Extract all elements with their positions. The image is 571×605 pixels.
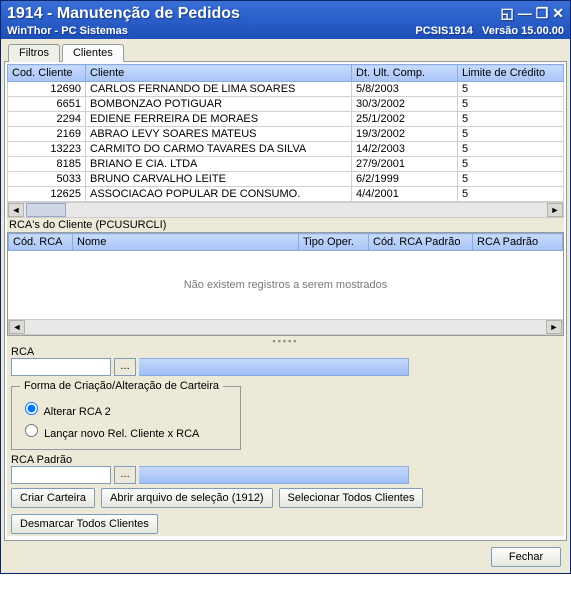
tab-filtros[interactable]: Filtros xyxy=(8,44,60,62)
window-controls: ◱ — ❐ ✕ xyxy=(500,5,564,22)
rca-display-bar xyxy=(139,358,409,376)
cell-cliente: CARMITO DO CARMO TAVARES DA SILVA xyxy=(86,142,352,157)
desmarcar-todos-button[interactable]: Desmarcar Todos Clientes xyxy=(11,514,158,534)
cell-cod: 12690 xyxy=(8,82,86,97)
rca-padrao-label: RCA Padrão xyxy=(11,454,560,466)
module-code: PCSIS1914 xyxy=(415,25,472,37)
window-close-icon[interactable]: ✕ xyxy=(552,5,564,22)
table-row[interactable]: 12625ASSOCIACAO POPULAR DE CONSUMO.4/4/2… xyxy=(8,187,564,202)
cell-date: 6/2/1999 xyxy=(352,172,458,187)
radio-novo-rel[interactable] xyxy=(25,424,38,437)
rca-empty-message: Não existem registros a serem mostrados xyxy=(8,251,563,319)
selecionar-todos-button[interactable]: Selecionar Todos Clientes xyxy=(279,488,424,508)
cell-cod: 6651 xyxy=(8,97,86,112)
cell-limit: 5 xyxy=(458,112,564,127)
wallet-mode-legend: Forma de Criação/Alteração de Carteira xyxy=(20,380,223,392)
col-cod-cliente[interactable]: Cod. Cliente xyxy=(8,65,86,82)
cell-cliente: EDIENE FERREIRA DE MORAES xyxy=(86,112,352,127)
cell-date: 14/2/2003 xyxy=(352,142,458,157)
radio-alterar-rca2-label: Alterar RCA 2 xyxy=(43,406,110,418)
cell-limit: 5 xyxy=(458,172,564,187)
cell-limit: 5 xyxy=(458,157,564,172)
col-nome[interactable]: Nome xyxy=(73,234,299,251)
col-tipo-oper[interactable]: Tipo Oper. xyxy=(299,234,369,251)
col-cod-rca[interactable]: Cód. RCA xyxy=(9,234,73,251)
product-name: WinThor - PC Sistemas xyxy=(7,25,128,37)
cell-date: 4/4/2001 xyxy=(352,187,458,202)
cell-date: 27/9/2001 xyxy=(352,157,458,172)
scroll-left-icon[interactable]: ◄ xyxy=(8,203,24,217)
table-row[interactable]: 2294EDIENE FERREIRA DE MORAES25/1/20025 xyxy=(8,112,564,127)
cell-limit: 5 xyxy=(458,142,564,157)
rca-section-title: RCA's do Cliente (PCUSURCLI) xyxy=(7,218,564,232)
fechar-button[interactable]: Fechar xyxy=(491,547,561,567)
rca-grid[interactable]: Cód. RCA Nome Tipo Oper. Cód. RCA Padrão… xyxy=(7,232,564,336)
clients-panel: Cod. Cliente Cliente Dt. Ult. Comp. Limi… xyxy=(4,61,567,541)
title-bar: ◱ — ❐ ✕ 1914 - Manutenção de Pedidos Win… xyxy=(1,1,570,39)
cell-date: 30/3/2002 xyxy=(352,97,458,112)
rca-input[interactable] xyxy=(11,358,111,376)
window-title: 1914 - Manutenção de Pedidos xyxy=(7,5,564,23)
version-label: Versão 15.00.00 xyxy=(482,25,564,37)
rca-padrao-browse-button[interactable]: ... xyxy=(114,466,136,484)
cell-limit: 5 xyxy=(458,82,564,97)
cell-date: 25/1/2002 xyxy=(352,112,458,127)
table-row[interactable]: 13223CARMITO DO CARMO TAVARES DA SILVA14… xyxy=(8,142,564,157)
cell-date: 19/3/2002 xyxy=(352,127,458,142)
rca-padrao-input[interactable] xyxy=(11,466,111,484)
cell-cliente: ASSOCIACAO POPULAR DE CONSUMO. xyxy=(86,187,352,202)
cell-cliente: BRUNO CARVALHO LEITE xyxy=(86,172,352,187)
cell-cliente: ABRAO LEVY SOARES MATEUS xyxy=(86,127,352,142)
cell-cod: 2169 xyxy=(8,127,86,142)
abrir-arquivo-button[interactable]: Abrir arquivo de seleção (1912) xyxy=(101,488,272,508)
scroll-left-icon[interactable]: ◄ xyxy=(9,320,25,334)
col-rca-padrao[interactable]: RCA Padrão xyxy=(473,234,563,251)
rca-hscrollbar[interactable]: ◄ ► xyxy=(8,319,563,335)
form-area: RCA ... Forma de Criação/Alteração de Ca… xyxy=(7,342,564,536)
scroll-thumb[interactable] xyxy=(26,203,66,217)
col-cod-rca-padrao[interactable]: Cód. RCA Padrão xyxy=(369,234,473,251)
cell-cliente: BRIANO E CIA. LTDA xyxy=(86,157,352,172)
cell-limit: 5 xyxy=(458,127,564,142)
table-row[interactable]: 8185BRIANO E CIA. LTDA27/9/20015 xyxy=(8,157,564,172)
tab-strip: Filtros Clientes xyxy=(4,43,567,61)
tab-clientes[interactable]: Clientes xyxy=(62,44,124,62)
app-window: ◱ — ❐ ✕ 1914 - Manutenção de Pedidos Win… xyxy=(0,0,571,574)
table-row[interactable]: 5033BRUNO CARVALHO LEITE6/2/19995 xyxy=(8,172,564,187)
radio-novo-rel-label: Lançar novo Rel. Cliente x RCA xyxy=(44,428,199,440)
window-maximize-icon[interactable]: ◱ xyxy=(500,5,513,22)
cell-cod: 5033 xyxy=(8,172,86,187)
rca-padrao-display-bar xyxy=(139,466,409,484)
clients-grid[interactable]: Cod. Cliente Cliente Dt. Ult. Comp. Limi… xyxy=(7,64,564,202)
cell-cliente: CARLOS FERNANDO DE LIMA SOARES xyxy=(86,82,352,97)
rca-label: RCA xyxy=(11,346,560,358)
table-row[interactable]: 6651BOMBONZAO POTIGUAR30/3/20025 xyxy=(8,97,564,112)
window-minimize-icon[interactable]: — xyxy=(518,5,532,22)
cell-cod: 12625 xyxy=(8,187,86,202)
col-cliente[interactable]: Cliente xyxy=(86,65,352,82)
window-restore-icon[interactable]: ❐ xyxy=(536,5,549,22)
table-row[interactable]: 12690CARLOS FERNANDO DE LIMA SOARES5/8/2… xyxy=(8,82,564,97)
cell-cod: 8185 xyxy=(8,157,86,172)
cell-cod: 13223 xyxy=(8,142,86,157)
cell-limit: 5 xyxy=(458,97,564,112)
cell-cod: 2294 xyxy=(8,112,86,127)
scroll-right-icon[interactable]: ► xyxy=(546,320,562,334)
table-row[interactable]: 2169ABRAO LEVY SOARES MATEUS19/3/20025 xyxy=(8,127,564,142)
cell-limit: 5 xyxy=(458,187,564,202)
criar-carteira-button[interactable]: Criar Carteira xyxy=(11,488,95,508)
scroll-right-icon[interactable]: ► xyxy=(547,203,563,217)
cell-cliente: BOMBONZAO POTIGUAR xyxy=(86,97,352,112)
radio-alterar-rca2[interactable] xyxy=(25,402,38,415)
wallet-mode-group: Forma de Criação/Alteração de Carteira A… xyxy=(11,380,241,450)
cell-date: 5/8/2003 xyxy=(352,82,458,97)
rca-browse-button[interactable]: ... xyxy=(114,358,136,376)
col-dt-ult-comp[interactable]: Dt. Ult. Comp. xyxy=(352,65,458,82)
col-limite-credito[interactable]: Limite de Crédito xyxy=(458,65,564,82)
clients-hscrollbar[interactable]: ◄ ► xyxy=(7,202,564,218)
